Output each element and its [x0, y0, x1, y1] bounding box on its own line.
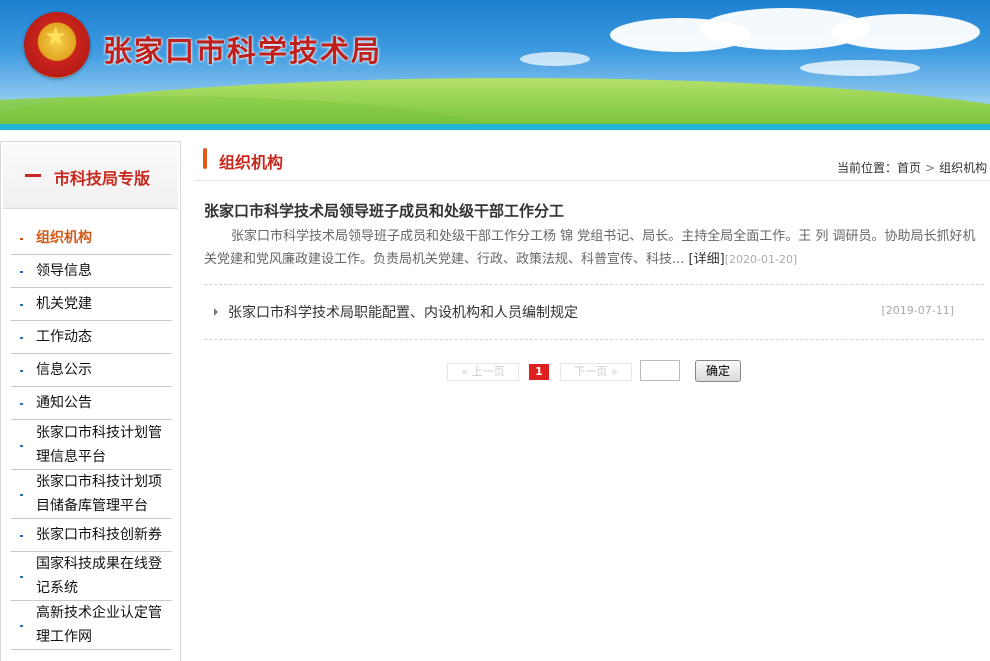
national-emblem-icon: ★: [24, 12, 90, 78]
bullet-icon: [20, 271, 23, 273]
sidebar-heading: 市科技局专版: [3, 144, 178, 209]
sidebar-item-label: 高新技术企业认定管理工作网: [36, 605, 162, 645]
featured-date: [2020-01-20]: [724, 253, 798, 266]
cloud-decoration: [830, 14, 980, 50]
next-page-button[interactable]: 下一页 »: [560, 363, 632, 381]
section-title: 组织机构: [219, 153, 284, 172]
sidebar-item-label: 组织机构: [36, 230, 92, 246]
sidebar-item-hightech-certification[interactable]: 高新技术企业认定管理工作网: [11, 601, 172, 650]
breadcrumb-current-link[interactable]: 组织机构: [939, 161, 987, 175]
header-banner: ★ 张家口市科学技术局: [0, 0, 990, 130]
sidebar-item-label: 张家口市科技计划项目储备库管理平台: [36, 474, 162, 514]
bullet-icon: [20, 535, 23, 537]
page-number-input[interactable]: [640, 360, 680, 381]
bullet-icon: [20, 337, 23, 339]
sidebar-item-achievement-registry[interactable]: 国家科技成果在线登记系统: [11, 552, 172, 601]
list-item-link[interactable]: 张家口市科学技术局职能配置、内设机构和人员编制规定: [228, 302, 578, 322]
sidebar-item-label: 工作动态: [36, 329, 92, 345]
featured-summary-text: 张家口市科学技术局领导班子成员和处级干部工作分工杨 锦 党组书记、局长。主持全局…: [204, 229, 976, 267]
list-item-date: [2019-07-11]: [881, 304, 954, 317]
prev-page-button[interactable]: « 上一页: [447, 363, 519, 381]
sidebar-item-label: 机关党建: [36, 296, 92, 312]
dash-icon: [25, 174, 41, 177]
sidebar-heading-label: 市科技局专版: [54, 169, 151, 188]
bullet-icon: [20, 576, 23, 578]
bullet-icon: [20, 625, 23, 627]
sidebar-item-leaders[interactable]: 领导信息: [11, 255, 172, 288]
sidebar-item-project-reserve[interactable]: 张家口市科技计划项目储备库管理平台: [11, 470, 172, 519]
sidebar-item-innovation-voucher[interactable]: 张家口市科技创新券: [11, 519, 172, 552]
featured-article-summary: 张家口市科学技术局领导班子成员和处级干部工作分工杨 锦 党组书记、局长。主持全局…: [204, 225, 979, 271]
sidebar-item-news[interactable]: 工作动态: [11, 321, 172, 354]
list-item: 张家口市科学技术局职能配置、内设机构和人员编制规定 [2019-07-11]: [204, 302, 984, 324]
bullet-icon: [20, 304, 23, 306]
sidebar-item-label: 张家口市科技创新券: [36, 527, 162, 543]
detail-link[interactable]: 详细: [694, 252, 720, 267]
sidebar-item-label: 张家口市科技计划管理信息平台: [36, 424, 162, 465]
divider: [204, 284, 984, 285]
breadcrumb-prefix: 当前位置：: [837, 161, 898, 175]
bullet-icon: [20, 370, 23, 372]
go-button[interactable]: 确定: [695, 360, 741, 382]
sidebar-nav: 组织机构 领导信息 机关党建 工作动态 信息公示 通知公告 张家口市科技计划管理…: [11, 222, 172, 650]
sidebar-item-disclosure[interactable]: 信息公示: [11, 354, 172, 387]
cloud-decoration: [520, 52, 590, 66]
sidebar-item-org[interactable]: 组织机构: [11, 222, 172, 255]
sidebar-item-party[interactable]: 机关党建: [11, 288, 172, 321]
current-page[interactable]: 1: [529, 364, 549, 380]
featured-article-title[interactable]: 张家口市科学技术局领导班子成员和处级干部工作分工: [204, 200, 564, 221]
sidebar-item-notices[interactable]: 通知公告: [11, 387, 172, 420]
site-title: 张家口市科学技术局: [103, 34, 383, 68]
section-marker-icon: [203, 148, 207, 169]
sidebar: 市科技局专版 组织机构 领导信息 机关党建 工作动态 信息公示 通知公告 张家口…: [0, 141, 181, 661]
banner-stripe: [0, 124, 990, 130]
section-header: 组织机构 当前位置：首页 > 组织机构: [195, 140, 990, 181]
breadcrumb-separator-icon: >: [925, 161, 936, 175]
sidebar-item-label: 领导信息: [36, 263, 92, 279]
bullet-icon: [20, 403, 23, 405]
cloud-decoration: [800, 60, 920, 76]
divider: [204, 339, 984, 340]
sidebar-item-plan-platform[interactable]: 张家口市科技计划管理信息平台: [11, 420, 172, 470]
breadcrumb: 当前位置：首页 > 组织机构: [837, 159, 987, 176]
sidebar-item-label: 通知公告: [36, 395, 92, 411]
sidebar-item-label: 国家科技成果在线登记系统: [36, 556, 162, 596]
bullet-icon: [20, 238, 23, 240]
bullet-icon: [20, 494, 23, 496]
breadcrumb-home-link[interactable]: 首页: [897, 161, 921, 175]
caret-right-icon: [214, 308, 218, 316]
bullet-icon: [20, 444, 23, 447]
sidebar-item-label: 信息公示: [36, 362, 92, 378]
